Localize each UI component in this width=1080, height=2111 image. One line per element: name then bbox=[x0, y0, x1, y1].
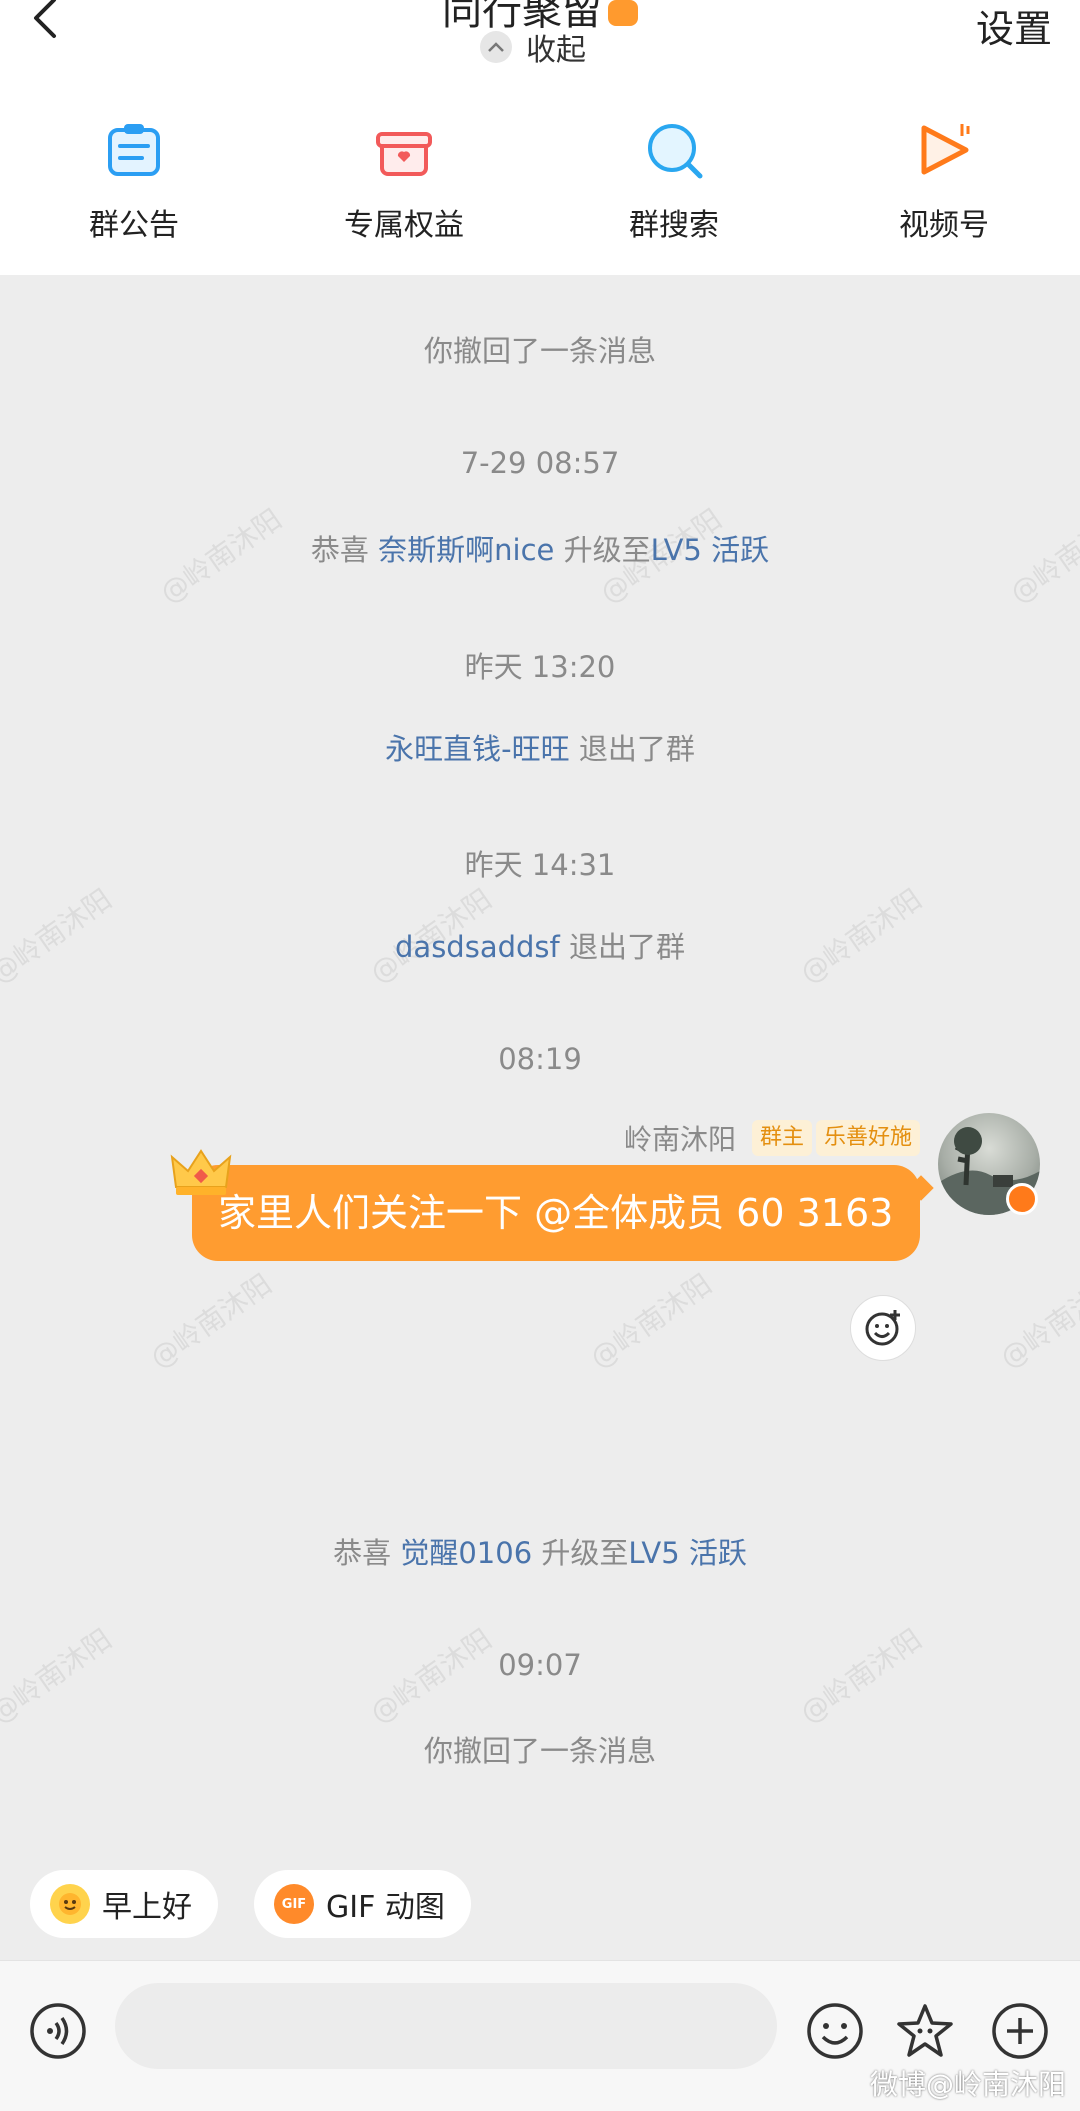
system-leave-message: 永旺直钱-旺旺 退出了群 bbox=[0, 726, 1080, 768]
sticker-button[interactable] bbox=[895, 2001, 955, 2061]
levelup-level-link[interactable]: LV5 活跃 bbox=[651, 533, 769, 567]
shortcut-label: 视频号 bbox=[899, 208, 989, 243]
chip-label: GIF 动图 bbox=[326, 1890, 445, 1925]
levelup-user-link[interactable]: 觉醒0106 bbox=[400, 1536, 532, 1570]
timestamp: 昨天 13:20 bbox=[464, 650, 616, 684]
levelup-mid: 升级至 bbox=[563, 533, 651, 567]
collapse-label: 收起 bbox=[526, 33, 586, 68]
leave-user-link[interactable]: 永旺直钱-旺旺 bbox=[385, 732, 569, 766]
quick-chip-gif[interactable]: GIF GIF 动图 bbox=[254, 1870, 471, 1938]
levelup-mid: 升级至 bbox=[541, 1536, 629, 1570]
system-recall-message: 你撤回了一条消息 bbox=[423, 334, 656, 368]
group-badge-icon bbox=[608, 0, 638, 26]
group-title: 同行聚留 bbox=[300, 0, 780, 34]
verified-badge-icon bbox=[1006, 1183, 1038, 1215]
shortcut-video[interactable]: 视频号 bbox=[844, 118, 1044, 248]
levelup-prefix: 恭喜 bbox=[333, 1536, 392, 1570]
chip-label: 早上好 bbox=[102, 1890, 192, 1925]
announcement-icon bbox=[108, 124, 160, 176]
shortcut-label: 群公告 bbox=[89, 208, 179, 243]
chat-header: 同行聚留 收起 设置 群公告 专属权益 群搜索 视频号 bbox=[0, 0, 1080, 275]
system-levelup-message: 恭喜 奈斯斯啊nice 升级至LV5 活跃 bbox=[0, 527, 1080, 569]
star-sticker-icon bbox=[897, 2004, 953, 2057]
sender-name[interactable]: 岭南沐阳 bbox=[624, 1118, 736, 1158]
gift-icon bbox=[376, 132, 432, 176]
shortcut-announcement[interactable]: 群公告 bbox=[34, 118, 234, 248]
leave-action: 退出了群 bbox=[578, 732, 695, 766]
back-button[interactable] bbox=[22, 0, 72, 50]
shortcut-label: 群搜索 bbox=[629, 208, 719, 243]
sun-emoji-icon bbox=[50, 1884, 90, 1924]
emoji-button[interactable] bbox=[805, 2001, 865, 2061]
owner-tag: 群主 bbox=[752, 1120, 813, 1156]
voice-icon bbox=[30, 2003, 86, 2059]
chevron-up-icon bbox=[480, 31, 512, 63]
quick-chip-good-morning[interactable]: 早上好 bbox=[30, 1870, 218, 1938]
video-channel-icon bbox=[921, 124, 970, 175]
input-bar: 微博@岭南沐阳 bbox=[0, 1960, 1080, 2111]
shortcut-benefits[interactable]: 专属权益 bbox=[304, 118, 504, 248]
add-reaction-button[interactable] bbox=[850, 1295, 916, 1361]
leave-action: 退出了群 bbox=[568, 930, 685, 964]
emoji-icon bbox=[807, 2003, 863, 2059]
collapse-toggle[interactable]: 收起 bbox=[480, 25, 586, 69]
timestamp: 08:19 bbox=[498, 1042, 582, 1076]
emoji-add-icon bbox=[865, 1310, 900, 1346]
plus-icon bbox=[992, 2003, 1048, 2059]
leave-user-link[interactable]: dasdsaddsf bbox=[395, 930, 560, 964]
shortcut-search[interactable]: 群搜索 bbox=[574, 118, 774, 248]
voice-button[interactable] bbox=[28, 2001, 88, 2061]
levelup-prefix: 恭喜 bbox=[310, 533, 369, 567]
crown-icon bbox=[170, 1149, 232, 1195]
shortcut-row: 群公告 专属权益 群搜索 视频号 bbox=[0, 118, 1080, 248]
levelup-level-link[interactable]: LV5 活跃 bbox=[628, 1536, 746, 1570]
watermark: @岭南沐阳 bbox=[144, 1267, 278, 1375]
watermark: @岭南沐阳 bbox=[994, 1267, 1080, 1375]
system-recall-message: 你撤回了一条消息 bbox=[423, 1734, 656, 1768]
title-tag: 乐善好施 bbox=[816, 1120, 921, 1156]
timestamp: 昨天 14:31 bbox=[464, 848, 616, 882]
shortcut-label: 专属权益 bbox=[344, 208, 464, 243]
more-button[interactable] bbox=[990, 2001, 1050, 2061]
timestamp: 7-29 08:57 bbox=[460, 446, 620, 480]
message-bubble[interactable]: 家里人们关注一下 @全体成员 60 3163 bbox=[192, 1165, 920, 1261]
search-icon bbox=[648, 124, 703, 179]
chevron-left-icon bbox=[34, 0, 56, 38]
levelup-user-link[interactable]: 奈斯斯啊nice bbox=[378, 533, 554, 567]
watermark: @岭南沐阳 bbox=[584, 1267, 718, 1375]
settings-button[interactable]: 设置 bbox=[976, 0, 1052, 53]
message-input[interactable] bbox=[115, 1983, 777, 2069]
system-levelup-message: 恭喜 觉醒0106 升级至LV5 活跃 bbox=[0, 1530, 1080, 1572]
system-leave-message: dasdsaddsf 退出了群 bbox=[0, 924, 1080, 966]
timestamp: 09:07 bbox=[498, 1648, 582, 1682]
footer-watermark: 微博@岭南沐阳 bbox=[869, 2068, 1066, 2101]
gif-icon: GIF bbox=[274, 1884, 314, 1924]
